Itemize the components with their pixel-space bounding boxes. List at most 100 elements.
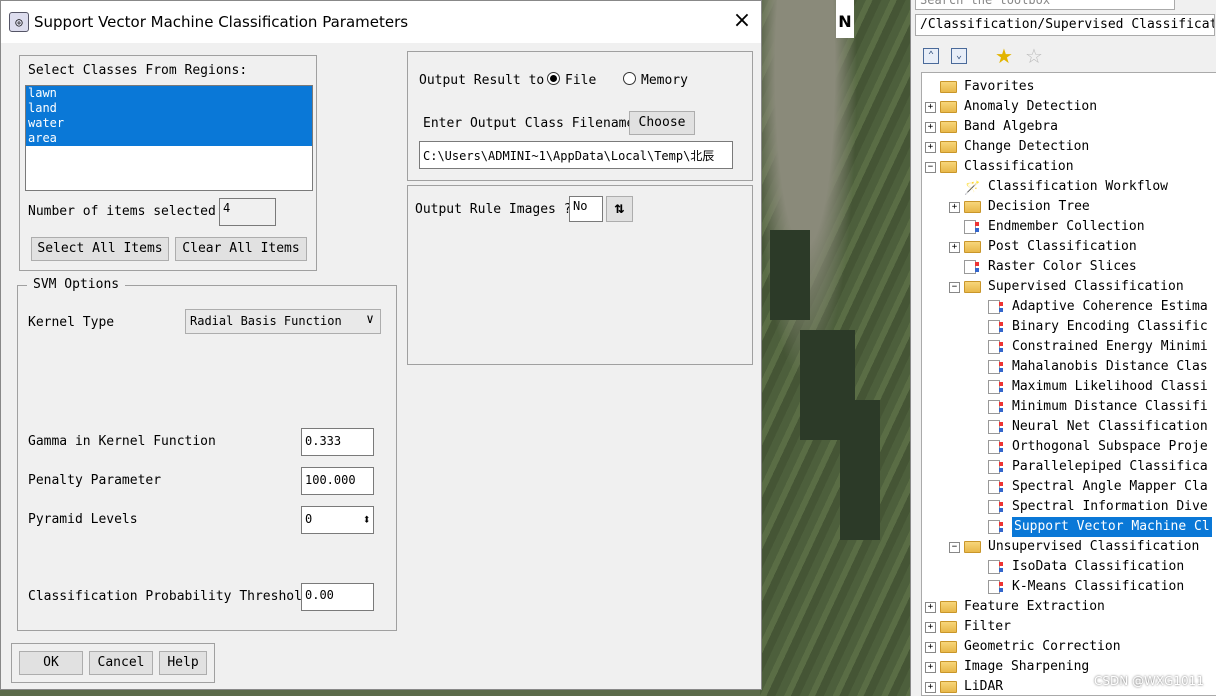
collapse-minus-icon[interactable]: −: [925, 162, 936, 173]
expand-plus-icon[interactable]: +: [949, 242, 960, 253]
tree-node[interactable]: + Decision Tree: [922, 197, 1216, 217]
cancel-button[interactable]: Cancel: [89, 651, 153, 675]
expand-plus-icon[interactable]: +: [925, 122, 936, 133]
tree-node-label: Neural Net Classification: [1012, 419, 1208, 434]
tree-node[interactable]: + Geometric Correction: [922, 637, 1216, 657]
expand-plus-icon[interactable]: +: [925, 682, 936, 693]
svm-options-legend: SVM Options: [27, 277, 126, 292]
tool-icon: [988, 400, 1003, 414]
tree-node[interactable]: K-Means Classification: [922, 577, 1216, 597]
class-list-item[interactable]: water: [26, 116, 312, 131]
toolbox-search-input[interactable]: Search the toolbox: [915, 0, 1175, 10]
tree-node-label: Binary Encoding Classific: [1012, 319, 1208, 334]
north-label: N: [838, 12, 852, 31]
tree-node[interactable]: Parallelepiped Classifica: [922, 457, 1216, 477]
tree-node[interactable]: + Change Detection: [922, 137, 1216, 157]
folder-icon: [940, 641, 957, 653]
penalty-label: Penalty Parameter: [28, 473, 162, 488]
collapse-minus-icon[interactable]: −: [949, 282, 960, 293]
tree-node[interactable]: Adaptive Coherence Estima: [922, 297, 1216, 317]
tree-node[interactable]: Raster Color Slices: [922, 257, 1216, 277]
expand-plus-icon[interactable]: +: [925, 142, 936, 153]
tree-node[interactable]: − Unsupervised Classification: [922, 537, 1216, 557]
add-favorite-star-icon[interactable]: ★: [995, 44, 1013, 68]
output-file-radio[interactable]: [547, 72, 560, 85]
folder-icon: [940, 601, 957, 613]
folder-icon: [964, 201, 981, 213]
tree-node-label: Spectral Angle Mapper Cla: [1012, 479, 1208, 494]
tool-icon: [988, 520, 1003, 534]
prob-threshold-input[interactable]: 0.00: [301, 583, 374, 611]
collapse-minus-icon[interactable]: −: [949, 542, 960, 553]
tree-node-label: Raster Color Slices: [988, 259, 1137, 274]
expand-plus-icon[interactable]: +: [925, 102, 936, 113]
class-list-item[interactable]: lawn: [26, 86, 312, 101]
tree-node[interactable]: Orthogonal Subspace Proje: [922, 437, 1216, 457]
tree-node[interactable]: Minimum Distance Classifi: [922, 397, 1216, 417]
toolbox-path-field[interactable]: /Classification/Supervised Classificatio…: [915, 14, 1215, 36]
class-list-item[interactable]: land: [26, 101, 312, 116]
tree-node[interactable]: Neural Net Classification: [922, 417, 1216, 437]
tree-node[interactable]: Spectral Information Dive: [922, 497, 1216, 517]
pyramid-levels-input[interactable]: 0 ⬍: [301, 506, 374, 534]
kernel-type-select[interactable]: Radial Basis Function ∨: [185, 309, 381, 334]
tree-node-label: Classification Workflow: [988, 179, 1169, 194]
chevron-down-icon: ∨: [366, 312, 374, 327]
tree-node[interactable]: − Supervised Classification: [922, 277, 1216, 297]
tree-node-label: Supervised Classification: [988, 279, 1184, 294]
watermark: CSDN @WXG1011: [1094, 674, 1204, 688]
tree-node[interactable]: + Anomaly Detection: [922, 97, 1216, 117]
close-button[interactable]: ×: [729, 9, 755, 35]
folder-icon: [940, 621, 957, 633]
select-all-button[interactable]: Select All Items: [31, 237, 169, 261]
collapse-up-icon[interactable]: ⌃: [923, 48, 939, 64]
expand-plus-icon[interactable]: +: [925, 642, 936, 653]
class-list-item[interactable]: area: [26, 131, 312, 146]
tree-node-label: Anomaly Detection: [964, 99, 1098, 114]
tree-node[interactable]: + Band Algebra: [922, 117, 1216, 137]
folder-icon: [940, 161, 957, 173]
help-button[interactable]: Help: [159, 651, 207, 675]
output-path-input[interactable]: C:\Users\ADMINI~1\AppData\Local\Temp\北辰: [419, 141, 733, 169]
tree-node[interactable]: Constrained Energy Minimi: [922, 337, 1216, 357]
rule-images-label: Output Rule Images ?: [415, 202, 572, 217]
tool-icon: [964, 220, 979, 234]
tree-node[interactable]: Endmember Collection: [922, 217, 1216, 237]
dialog-titlebar[interactable]: ◎ Support Vector Machine Classification …: [1, 1, 761, 43]
output-memory-radio[interactable]: [623, 72, 636, 85]
tree-node[interactable]: + Feature Extraction: [922, 597, 1216, 617]
tree-node[interactable]: Binary Encoding Classific: [922, 317, 1216, 337]
gamma-input[interactable]: 0.333: [301, 428, 374, 456]
tree-node[interactable]: + Post Classification: [922, 237, 1216, 257]
tree-node[interactable]: Support Vector Machine Cl: [922, 517, 1216, 537]
tree-node[interactable]: − Classification: [922, 157, 1216, 177]
num-selected-field: 4: [219, 198, 276, 226]
folder-icon: [940, 121, 957, 133]
penalty-input[interactable]: 100.000: [301, 467, 374, 495]
expand-plus-icon[interactable]: +: [925, 602, 936, 613]
toggle-arrows-icon[interactable]: ⇅: [606, 196, 633, 222]
tree-node[interactable]: Favorites: [922, 77, 1216, 97]
expand-down-icon[interactable]: ⌄: [951, 48, 967, 64]
tree-node[interactable]: Spectral Angle Mapper Cla: [922, 477, 1216, 497]
tree-node-label: Unsupervised Classification: [988, 539, 1200, 554]
expand-plus-icon[interactable]: +: [949, 202, 960, 213]
remove-favorite-star-icon[interactable]: ☆: [1025, 44, 1043, 68]
output-memory-label[interactable]: Memory: [641, 73, 688, 88]
svm-options-group: [17, 285, 397, 631]
clear-all-button[interactable]: Clear All Items: [175, 237, 307, 261]
tree-node[interactable]: 🪄 Classification Workflow: [922, 177, 1216, 197]
tree-node[interactable]: IsoData Classification: [922, 557, 1216, 577]
tree-node[interactable]: + Filter: [922, 617, 1216, 637]
tree-node[interactable]: Maximum Likelihood Classi: [922, 377, 1216, 397]
tree-node-label: Orthogonal Subspace Proje: [1012, 439, 1208, 454]
expand-plus-icon[interactable]: +: [925, 662, 936, 673]
classes-listbox[interactable]: lawn land water area: [25, 85, 313, 191]
expand-plus-icon[interactable]: +: [925, 622, 936, 633]
spinner-arrows-icon[interactable]: ⬍: [363, 510, 371, 530]
tree-node[interactable]: Mahalanobis Distance Clas: [922, 357, 1216, 377]
output-file-label[interactable]: File: [565, 73, 596, 88]
ok-button[interactable]: OK: [19, 651, 83, 675]
choose-button[interactable]: Choose: [629, 111, 695, 135]
tree-node-label: Mahalanobis Distance Clas: [1012, 359, 1208, 374]
